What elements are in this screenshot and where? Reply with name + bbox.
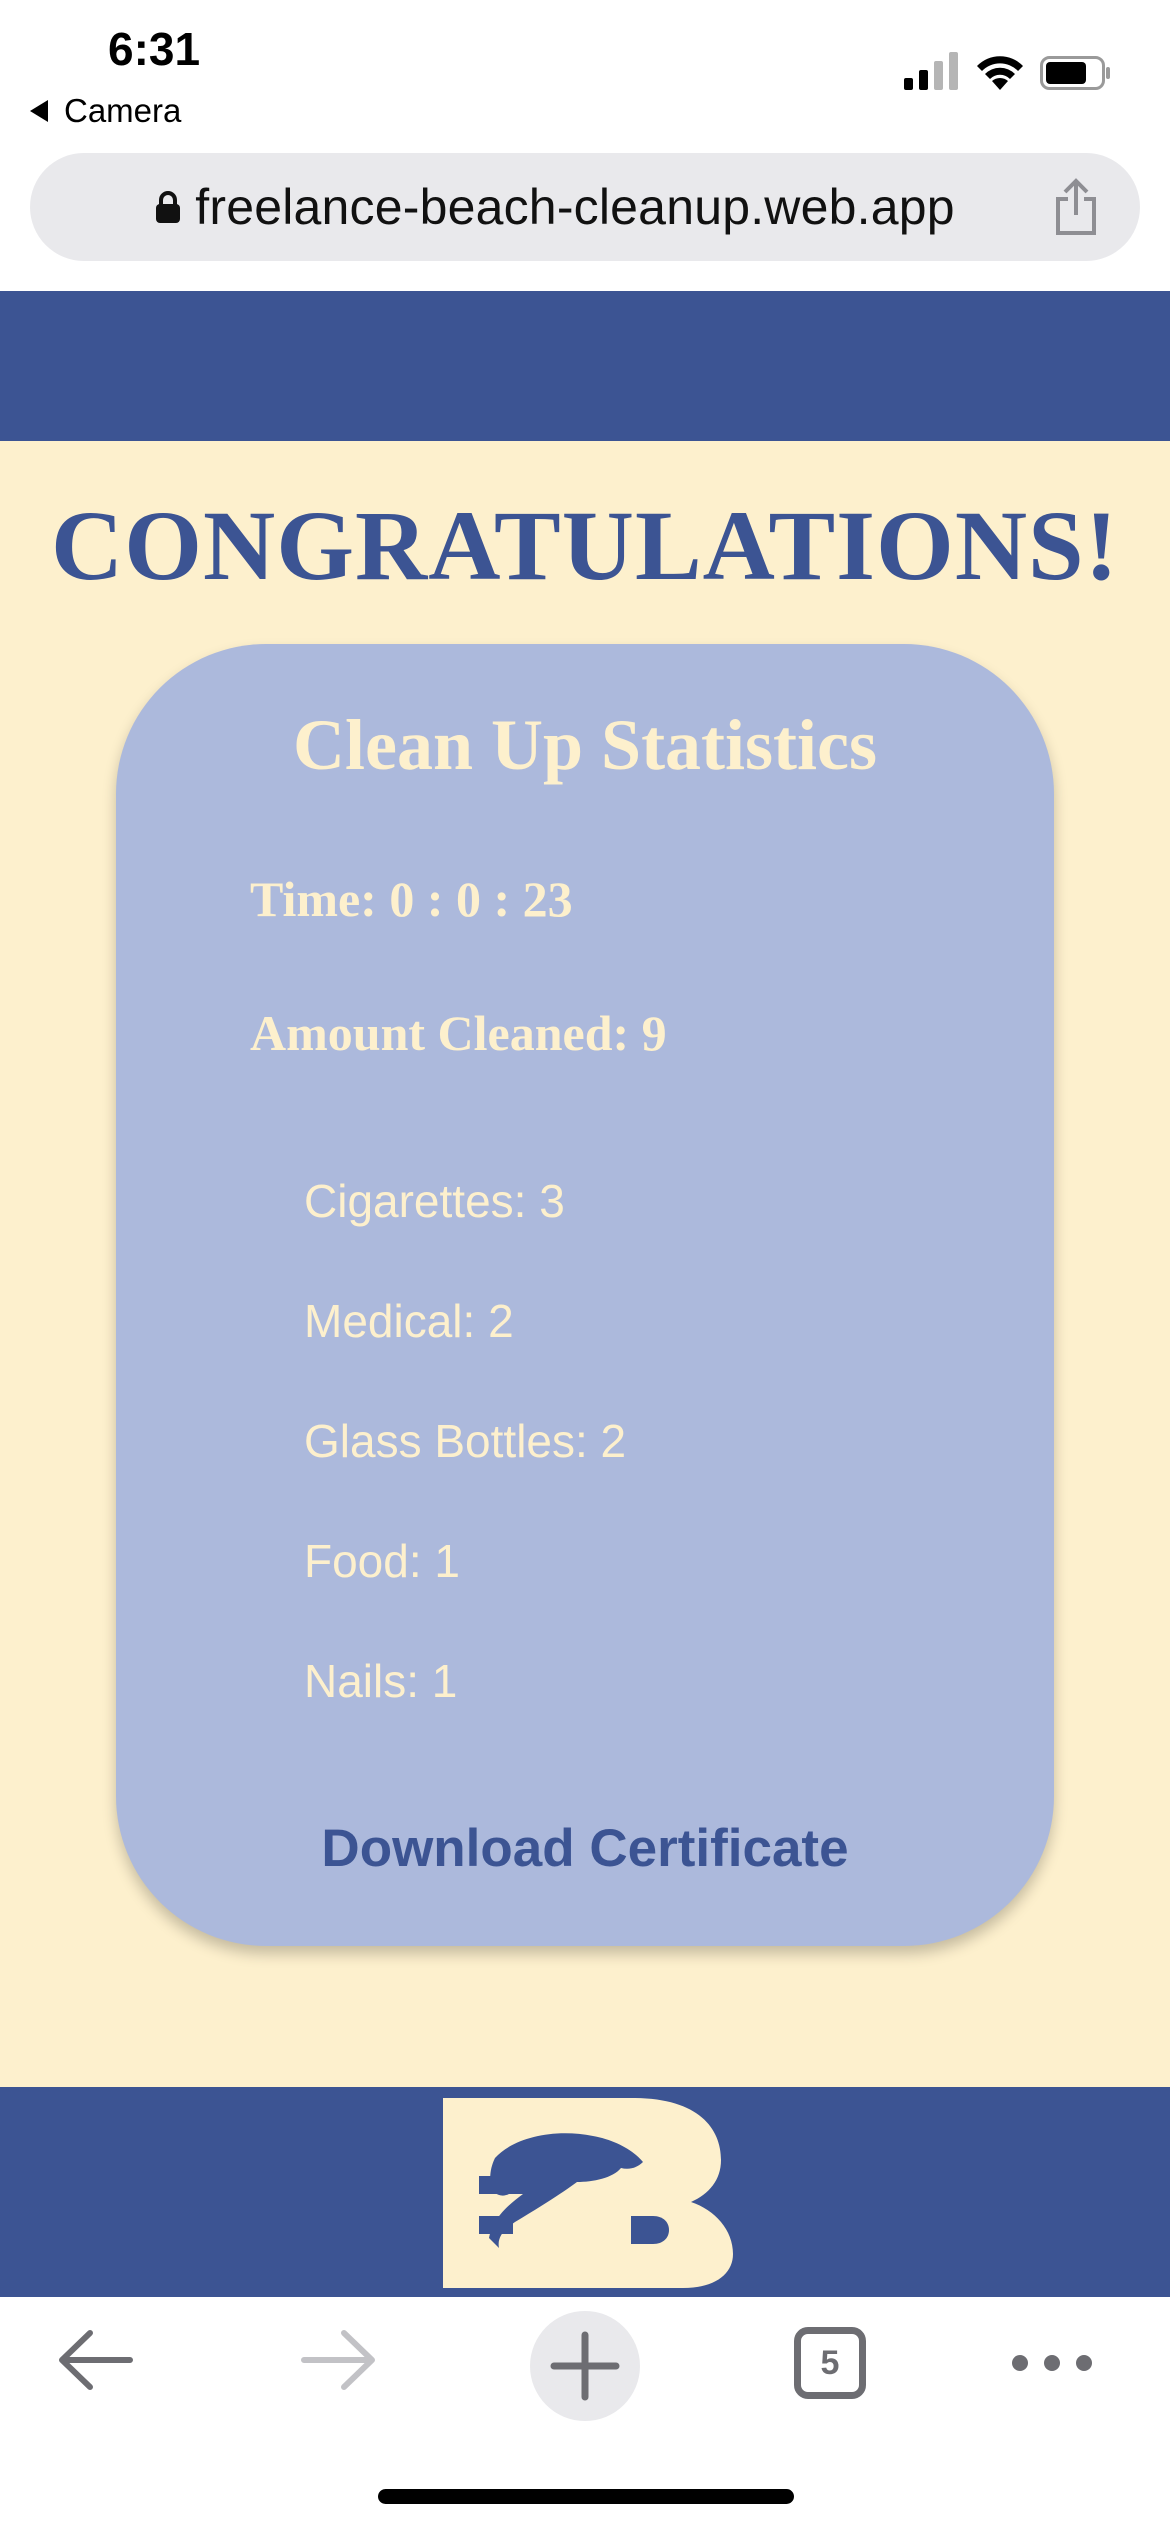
forward-arrow-icon[interactable] (298, 2325, 378, 2395)
plus-icon (550, 2331, 620, 2401)
status-time: 6:31 (108, 23, 201, 75)
signal-icon (904, 52, 958, 90)
page-title: CONGRATULATIONS! (51, 490, 1119, 601)
download-certificate-button[interactable]: Download Certificate (116, 1818, 1054, 1879)
back-to-app-link[interactable]: Camera (30, 92, 181, 130)
address-bar[interactable]: freelance-beach-cleanup.web.app (30, 153, 1140, 261)
back-triangle-icon (30, 100, 48, 122)
site-logo (443, 2098, 733, 2288)
list-item-nails: Nails: 1 (304, 1655, 458, 1707)
home-indicator[interactable] (378, 2489, 794, 2504)
tab-count: 5 (820, 2343, 840, 2382)
new-tab-button[interactable] (530, 2311, 640, 2421)
stats-card-title: Clean Up Statistics (292, 705, 877, 785)
lock-icon (156, 191, 181, 223)
time-stat: Time: 0 : 0 : 23 (250, 871, 573, 927)
list-item-food: Food: 1 (304, 1535, 460, 1587)
wifi-icon (977, 56, 1023, 90)
amount-cleaned-stat: Amount Cleaned: 9 (250, 1005, 667, 1061)
url-text: freelance-beach-cleanup.web.app (195, 179, 955, 235)
back-arrow-icon[interactable] (56, 2325, 136, 2395)
list-item-cigarettes: Cigarettes: 3 (304, 1175, 565, 1227)
stats-card: Clean Up Statistics Time: 0 : 0 : 23 Amo… (116, 644, 1054, 1946)
status-bar: 6:31 Camera (0, 0, 1170, 140)
share-icon[interactable] (1052, 177, 1100, 237)
list-item-medical: Medical: 2 (304, 1295, 514, 1347)
tabs-icon[interactable]: 5 (794, 2327, 866, 2399)
list-item-glass-bottles: Glass Bottles: 2 (304, 1415, 627, 1467)
back-app-label: Camera (64, 92, 182, 129)
header-band (0, 291, 1170, 441)
more-icon[interactable] (1010, 2353, 1094, 2373)
battery-icon (1040, 56, 1110, 90)
